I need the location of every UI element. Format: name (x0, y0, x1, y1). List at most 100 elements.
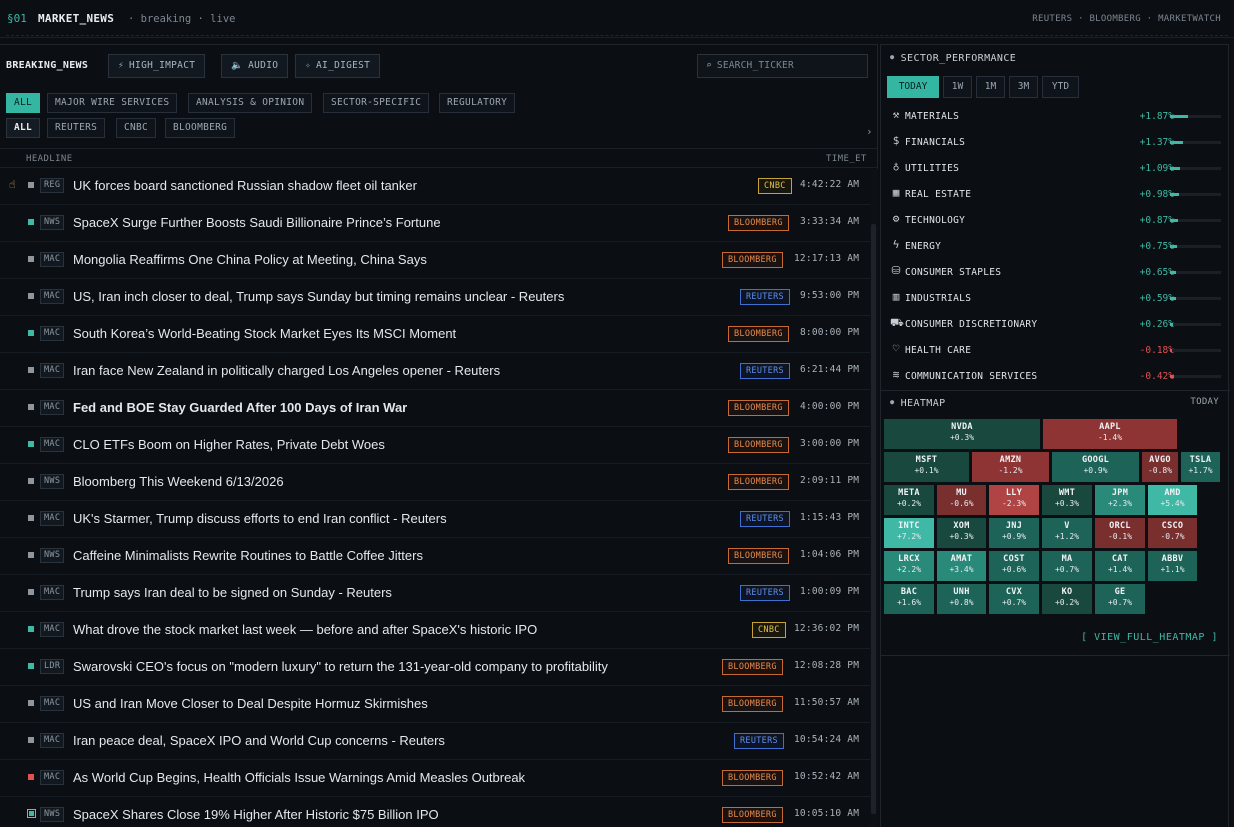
heatmap-tile[interactable]: V +1.2% (1041, 517, 1093, 549)
heatmap-tile[interactable]: JNJ +0.9% (988, 517, 1040, 549)
heatmap-tile[interactable]: KO +0.2% (1041, 583, 1093, 615)
headline-link[interactable]: SpaceX Surge Further Boosts Saudi Billio… (73, 215, 441, 230)
news-row[interactable]: MAC Mongolia Reaffirms One China Policy a… (0, 242, 870, 279)
sector-row[interactable]: ▥ INDUSTRIALS +0.59% (881, 285, 1230, 311)
source-badge[interactable]: CNBC (758, 178, 792, 194)
heatmap-tile[interactable]: MU -0.6% (936, 484, 987, 516)
news-row[interactable]: LDR Swarovski CEO's focus on "modern luxu… (0, 649, 870, 686)
source-cnbc[interactable]: CNBC (116, 118, 157, 138)
heatmap-tile[interactable]: AAPL -1.4% (1042, 418, 1178, 450)
headline-link[interactable]: South Korea’s World-Beating Stock Market… (73, 326, 456, 341)
source-badge[interactable]: BLOOMBERG (722, 696, 783, 712)
source-badge[interactable]: BLOOMBERG (728, 326, 789, 342)
news-row[interactable]: MAC US, Iran inch closer to deal, Trump s… (0, 279, 870, 316)
filter-sector[interactable]: SECTOR-SPECIFIC (323, 93, 430, 113)
headline-link[interactable]: UK's Starmer, Trump discuss efforts to e… (73, 511, 447, 526)
scrollbar[interactable] (870, 169, 878, 827)
news-row[interactable]: MAC South Korea’s World-Beating Stock Mar… (0, 316, 870, 353)
heatmap-tile[interactable]: NVDA +0.3% (883, 418, 1041, 450)
news-row[interactable]: NWS Bloomberg This Weekend 6/13/2026 BLOOM… (0, 464, 870, 501)
heatmap-tile[interactable]: AMD +5.4% (1147, 484, 1198, 516)
source-badge[interactable]: BLOOMBERG (728, 437, 789, 453)
source-badge[interactable]: BLOOMBERG (722, 659, 783, 675)
news-row[interactable]: MAC What drove the stock market last week… (0, 612, 870, 649)
sector-row[interactable]: ♁ UTILITIES +1.09% (881, 155, 1230, 181)
heatmap-tile[interactable]: GE +0.7% (1094, 583, 1146, 615)
source-badge[interactable]: REUTERS (740, 511, 790, 527)
news-row[interactable]: NWS Caffeine Minimalists Rewrite Routines… (0, 538, 870, 575)
range-tab-today[interactable]: TODAY (887, 76, 939, 98)
news-row[interactable]: MAC Iran peace deal, SpaceX IPO and World… (0, 723, 870, 760)
source-badge[interactable]: BLOOMBERG (728, 215, 789, 231)
source-bloomberg[interactable]: BLOOMBERG (165, 118, 236, 138)
headline-link[interactable]: Iran peace deal, SpaceX IPO and World Cu… (73, 733, 445, 748)
headline-link[interactable]: US and Iran Move Closer to Deal Despite … (73, 696, 428, 711)
headline-link[interactable]: US, Iran inch closer to deal, Trump says… (73, 289, 564, 304)
heatmap-tile[interactable]: CVX +0.7% (988, 583, 1040, 615)
heatmap-tile[interactable]: ORCL -0.1% (1094, 517, 1146, 549)
headline-link[interactable]: Mongolia Reaffirms One China Policy at M… (73, 252, 427, 267)
heatmap-tile[interactable]: UNH +0.8% (936, 583, 987, 615)
heatmap-tile[interactable]: INTC +7.2% (883, 517, 935, 549)
source-badge[interactable]: BLOOMBERG (728, 474, 789, 490)
filter-analysis[interactable]: ANALYSIS & OPINION (188, 93, 313, 113)
news-row[interactable]: ☝ REG UK forces board sanctioned Russian s… (0, 168, 870, 205)
headline-link[interactable]: CLO ETFs Boom on Higher Rates, Private D… (73, 437, 385, 452)
news-row[interactable]: MAC CLO ETFs Boom on Higher Rates, Privat… (0, 427, 870, 464)
news-row[interactable]: MAC US and Iran Move Closer to Deal Despi… (0, 686, 870, 723)
range-tab-ytd[interactable]: YTD (1042, 76, 1079, 98)
heatmap-tile[interactable]: GOOGL +0.9% (1051, 451, 1140, 483)
high-impact-button[interactable]: ⚡ HIGH_IMPACT (108, 54, 206, 78)
news-row[interactable]: MAC As World Cup Begins, Health Officials… (0, 760, 870, 797)
headline-link[interactable]: What drove the stock market last week — … (73, 622, 537, 637)
news-row[interactable]: MAC UK's Starmer, Trump discuss efforts t… (0, 501, 870, 538)
heatmap-tile[interactable]: AVGO -0.8% (1141, 451, 1179, 483)
view-full-heatmap-link[interactable]: [ VIEW_FULL_HEATMAP ] (1081, 632, 1218, 643)
sector-row[interactable]: ⛁ CONSUMER STAPLES +0.65% (881, 259, 1230, 285)
heatmap-tile[interactable]: CAT +1.4% (1094, 550, 1146, 582)
range-tab-3m[interactable]: 3M (1009, 76, 1038, 98)
filter-regulatory[interactable]: REGULATORY (439, 93, 516, 113)
heatmap-tile[interactable]: COST +0.6% (988, 550, 1040, 582)
headline-link[interactable]: Caffeine Minimalists Rewrite Routines to… (73, 548, 423, 563)
sector-row[interactable]: ⚒ MATERIALS +1.87% (881, 103, 1230, 129)
heatmap-tile[interactable]: MSFT +0.1% (883, 451, 970, 483)
headline-link[interactable]: UK forces board sanctioned Russian shado… (73, 178, 417, 193)
source-badge[interactable]: CNBC (752, 622, 786, 638)
heatmap-tile[interactable]: AMZN -1.2% (971, 451, 1050, 483)
ai-digest-button[interactable]: ✧ AI_DIGEST (295, 54, 381, 78)
sector-row[interactable]: ♡ HEALTH CARE -0.18% (881, 337, 1230, 363)
sector-row[interactable]: ϟ ENERGY +0.75% (881, 233, 1230, 259)
range-tab-1m[interactable]: 1M (976, 76, 1005, 98)
source-badge[interactable]: BLOOMBERG (722, 770, 783, 786)
news-row[interactable]: MAC Trump says Iran deal to be signed on … (0, 575, 870, 612)
filter-major-wire[interactable]: MAJOR WIRE SERVICES (47, 93, 178, 113)
news-row[interactable]: MAC Iran face New Zealand in politically … (0, 353, 870, 390)
search-input[interactable]: ⌕ SEARCH_TICKER (697, 54, 868, 78)
source-reuters[interactable]: REUTERS (47, 118, 106, 138)
headline-link[interactable]: Swarovski CEO's focus on "modern luxury"… (73, 659, 608, 674)
source-badge[interactable]: BLOOMBERG (728, 548, 789, 564)
source-badge[interactable]: BLOOMBERG (722, 252, 783, 268)
audio-button[interactable]: 🔈 AUDIO (221, 54, 289, 78)
heatmap-tile[interactable]: BAC +1.6% (883, 583, 935, 615)
headline-link[interactable]: SpaceX Shares Close 19% Higher After His… (73, 807, 439, 822)
filter-all[interactable]: ALL (6, 93, 41, 113)
sector-row[interactable]: ⚙ TECHNOLOGY +0.87% (881, 207, 1230, 233)
heatmap-tile[interactable]: ABBV +1.1% (1147, 550, 1198, 582)
heatmap-tile[interactable]: CSCO -0.7% (1147, 517, 1198, 549)
sector-row[interactable]: ≋ COMMUNICATION SERVICES -0.42% (881, 363, 1230, 389)
sector-row[interactable]: ⛟ CONSUMER DISCRETIONARY +0.26% (881, 311, 1230, 337)
heatmap-tile[interactable]: META +0.2% (883, 484, 935, 516)
heatmap-tile[interactable]: LRCX +2.2% (883, 550, 935, 582)
heatmap-tile[interactable]: WMT +0.3% (1041, 484, 1093, 516)
heatmap-tile[interactable]: XOM +0.3% (936, 517, 987, 549)
range-tab-1w[interactable]: 1W (943, 76, 972, 98)
headline-link[interactable]: Fed and BOE Stay Guarded After 100 Days … (73, 400, 407, 415)
source-badge[interactable]: REUTERS (734, 733, 784, 749)
source-badge[interactable]: REUTERS (740, 585, 790, 601)
sector-row[interactable]: $ FINANCIALS +1.37% (881, 129, 1230, 155)
heatmap-tile[interactable]: LLY -2.3% (988, 484, 1040, 516)
heatmap-tile[interactable]: TSLA +1.7% (1180, 451, 1221, 483)
heatmap-tile[interactable]: AMAT +3.4% (936, 550, 987, 582)
